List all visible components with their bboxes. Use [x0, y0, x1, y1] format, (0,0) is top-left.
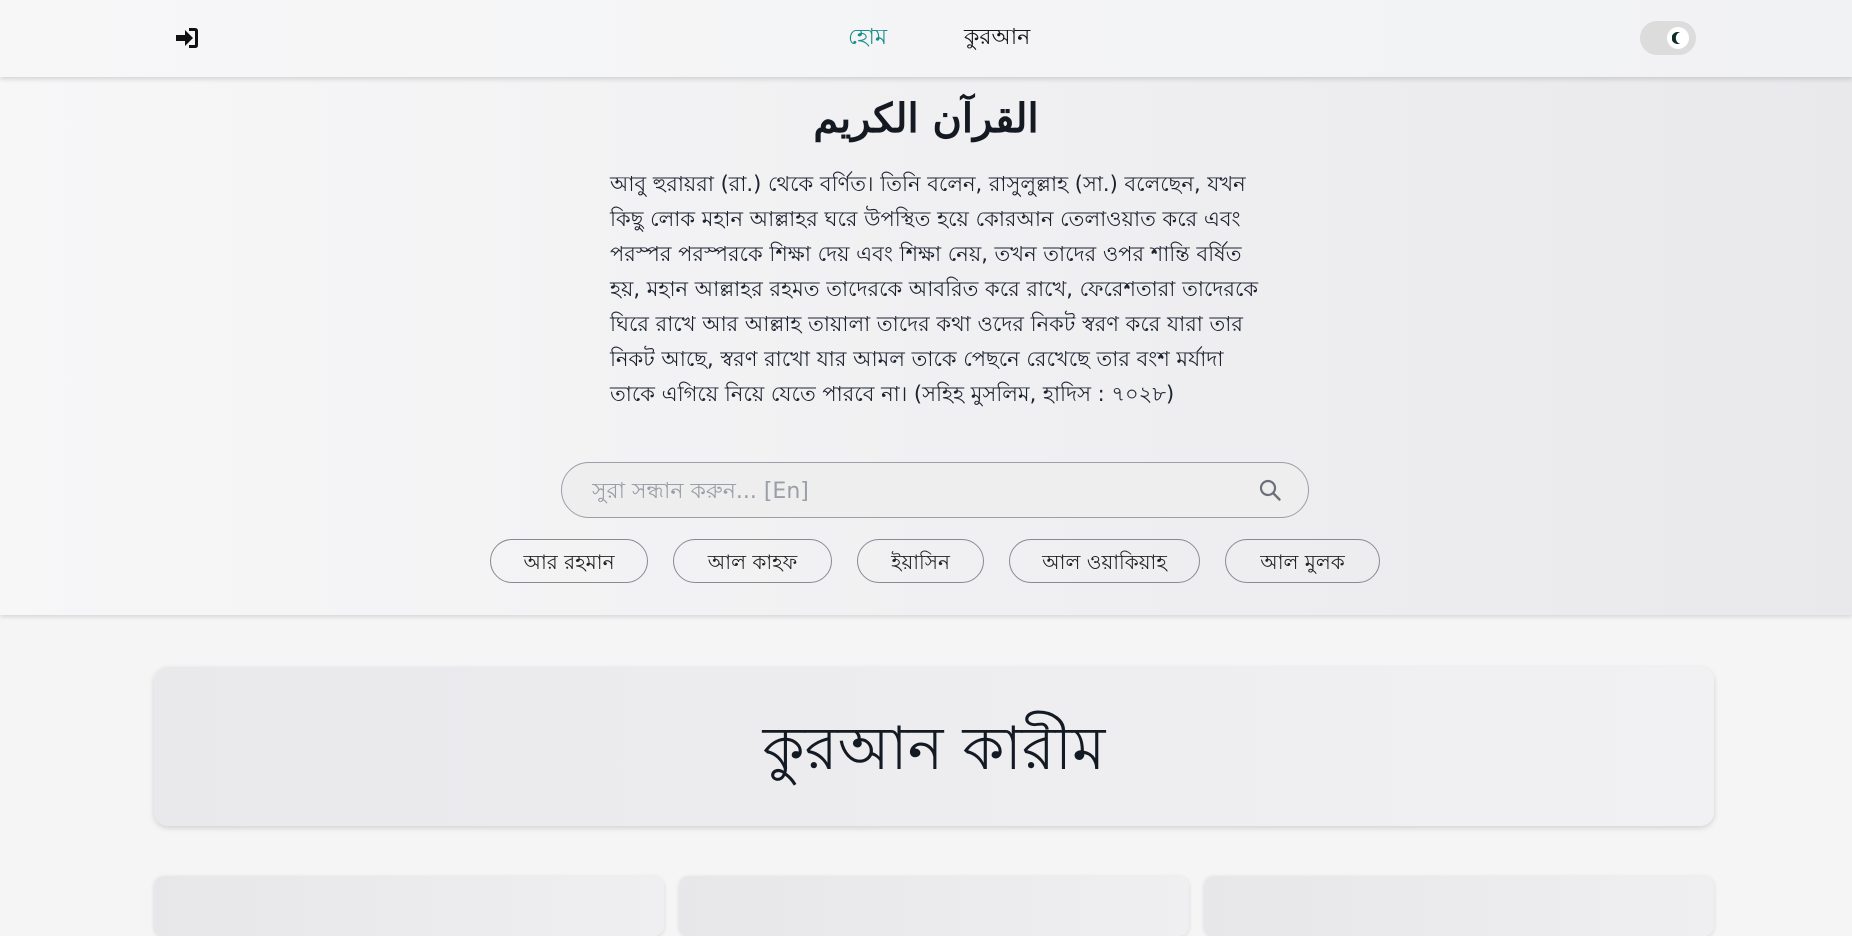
search-icon[interactable]	[1258, 478, 1282, 502]
hadith-text: আবু হুরায়রা (রা.) থেকে বর্ণিত। তিনি বলে…	[610, 172, 1259, 406]
theme-toggle[interactable]	[1640, 21, 1696, 55]
chip-al-kahf[interactable]: আল কাহফ	[673, 539, 832, 583]
surah-search-box	[561, 462, 1309, 519]
surah-search-input[interactable]	[590, 463, 1234, 519]
chip-al-waqiah[interactable]: আল ওয়াকিয়াহ	[1009, 539, 1200, 583]
top-navbar: হোম কুরআন	[0, 0, 1852, 77]
chip-yasin[interactable]: ইয়াসিন	[857, 539, 984, 583]
chip-ar-rahman[interactable]: আর রহমান	[490, 539, 648, 583]
nav-quran-link[interactable]: কুরআন	[964, 20, 1030, 57]
theme-toggle-knob	[1667, 27, 1689, 49]
surah-card[interactable]	[1204, 876, 1714, 936]
page-title: কুরআন কারীম	[762, 714, 1106, 784]
hero-section: القرآن الكريم আবু হুরায়রা (রা.) থেকে বর…	[0, 77, 1852, 615]
surah-card[interactable]	[154, 876, 664, 936]
sign-in-icon[interactable]	[174, 25, 200, 51]
chip-al-mulk[interactable]: আল মুলক	[1225, 539, 1380, 583]
quran-title-card: কুরআন কারীম	[154, 667, 1714, 826]
nav-home-link[interactable]: হোম	[848, 20, 887, 57]
moon-icon	[1672, 32, 1680, 44]
arabic-title: القرآن الكريم	[813, 95, 1039, 142]
surah-card[interactable]	[679, 876, 1189, 936]
